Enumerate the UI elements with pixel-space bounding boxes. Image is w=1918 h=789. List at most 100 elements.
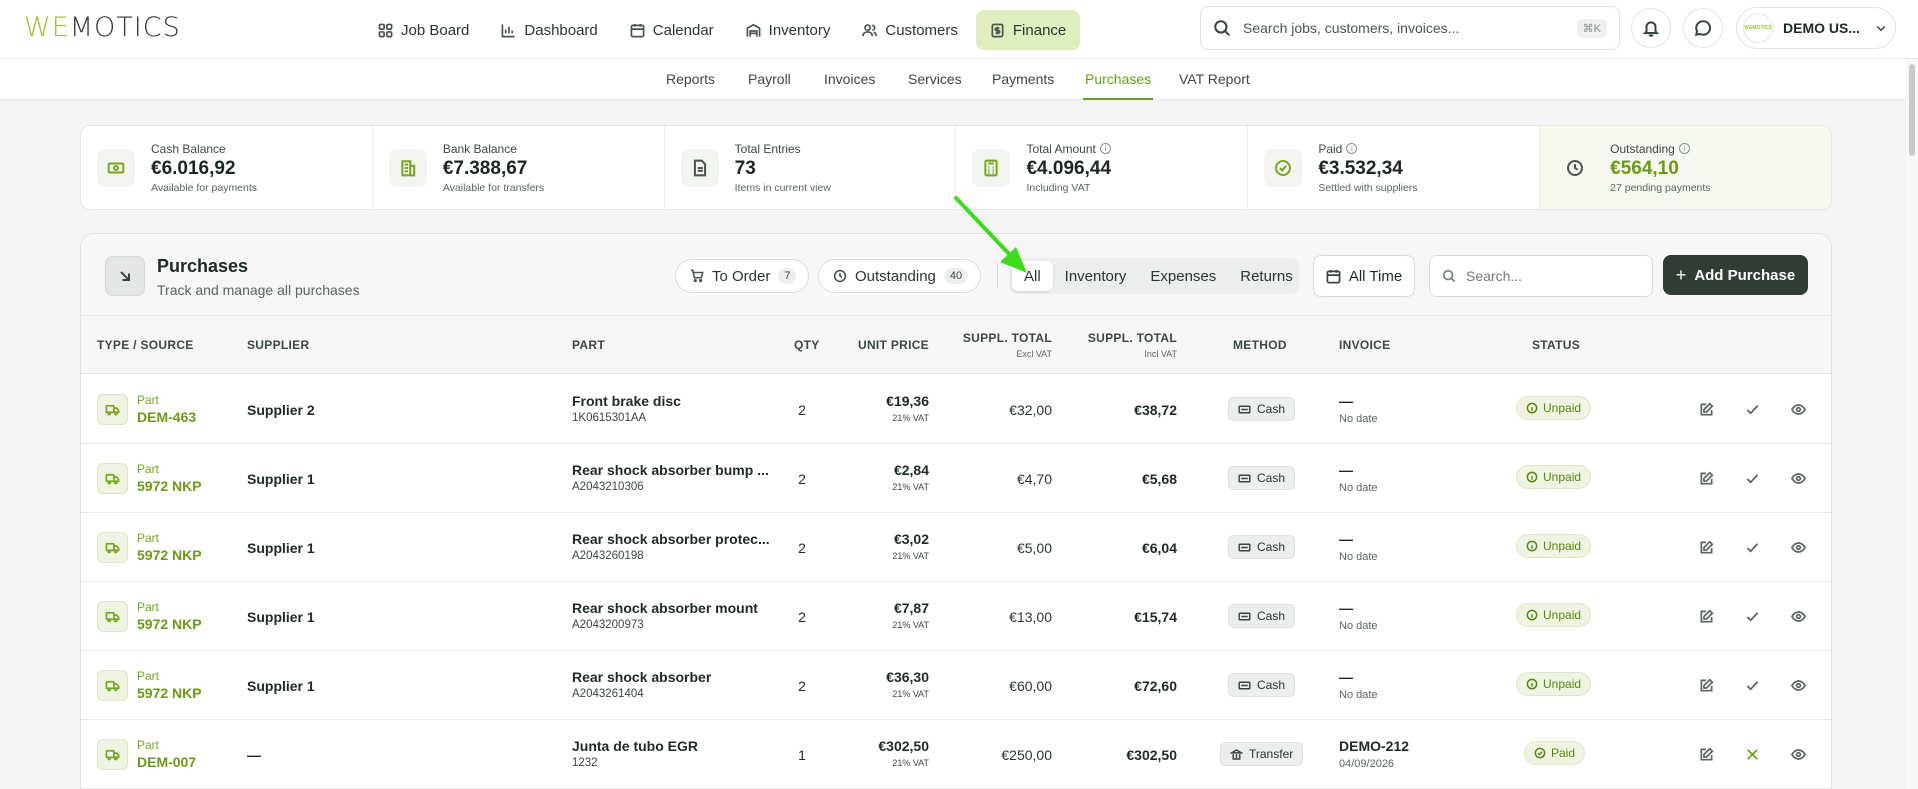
row-invoice-number: —: [1339, 669, 1353, 685]
row-total-excl-vat: €32,00: [1009, 402, 1052, 418]
nav-item-customers[interactable]: Customers: [848, 10, 972, 50]
brand-logo[interactable]: WEMOTICS: [24, 12, 181, 43]
alert-circle-icon: [1526, 402, 1538, 414]
mark-paid-button[interactable]: [1743, 469, 1761, 487]
segment-returns[interactable]: Returns: [1228, 261, 1305, 291]
view-button[interactable]: [1789, 400, 1807, 418]
edit-button[interactable]: [1697, 469, 1715, 487]
stat-value: €6.016,92: [151, 157, 236, 179]
arrow-down-right-icon: [105, 256, 145, 296]
nav-item-calendar[interactable]: Calendar: [616, 10, 728, 50]
column-header-status[interactable]: STATUS: [1532, 338, 1580, 352]
view-button[interactable]: [1789, 469, 1807, 487]
edit-button[interactable]: [1697, 676, 1715, 694]
nav-item-inventory[interactable]: Inventory: [732, 10, 845, 50]
row-method-badge: Transfer: [1220, 742, 1304, 766]
stat-value: €564,10: [1610, 157, 1679, 179]
mark-paid-button[interactable]: [1743, 538, 1761, 556]
alert-circle-icon: [1526, 678, 1538, 690]
edit-button[interactable]: [1697, 607, 1715, 625]
subnav-purchases[interactable]: Purchases: [1082, 71, 1154, 100]
column-header-invoice[interactable]: INVOICE: [1339, 338, 1390, 352]
segment-inventory[interactable]: Inventory: [1053, 261, 1139, 291]
table-row[interactable]: Part 5972 NKP Supplier 1 Rear shock absorbe…: [81, 513, 1831, 582]
global-search-input[interactable]: Search jobs, customers, invoices... ⌘K: [1200, 6, 1620, 50]
time-filter-button[interactable]: All Time: [1313, 255, 1415, 297]
edit-button[interactable]: [1697, 400, 1715, 418]
row-supplier: Supplier 1: [247, 471, 315, 487]
table-row[interactable]: Part 5972 NKP Supplier 1 Rear shock absorbe…: [81, 582, 1831, 651]
row-source-link[interactable]: DEM-463: [137, 409, 196, 425]
subnav-invoices[interactable]: Invoices: [824, 71, 875, 87]
add-purchase-button[interactable]: + Add Purchase: [1663, 255, 1808, 295]
row-qty: 2: [798, 678, 806, 694]
column-header-type[interactable]: TYPE / SOURCE: [97, 338, 194, 352]
row-status-badge: Unpaid: [1516, 672, 1592, 696]
column-header-suppl-total-excl[interactable]: SUPPL. TOTAL: [963, 331, 1052, 345]
user-menu[interactable]: WEMOTICS DEMO US...: [1736, 7, 1896, 49]
row-invoice-number[interactable]: DEMO-212: [1339, 738, 1409, 754]
column-header-part[interactable]: PART: [572, 338, 605, 352]
column-header-method[interactable]: METHOD: [1233, 338, 1287, 352]
clock-icon: [1556, 149, 1594, 187]
row-method-badge: Cash: [1228, 535, 1296, 559]
type-segmented-control: All Inventory Expenses Returns: [1009, 258, 1299, 294]
table-row[interactable]: Part DEM-007 — Junta de tubo EGR 1232 1 €302,5…: [81, 720, 1831, 789]
subnav-payroll[interactable]: Payroll: [748, 71, 791, 87]
row-total-excl-vat: €5,00: [1016, 540, 1052, 556]
subnav-services[interactable]: Services: [908, 71, 962, 87]
view-button[interactable]: [1789, 538, 1807, 556]
messages-button[interactable]: [1683, 8, 1723, 48]
check-icon: [1745, 471, 1760, 486]
eye-icon: [1790, 747, 1806, 762]
row-source-link[interactable]: 5972 NKP: [137, 478, 202, 494]
filter-chip-outstanding[interactable]: Outstanding 40: [818, 259, 982, 293]
row-total-excl-vat: €250,00: [1001, 747, 1052, 763]
mark-paid-button[interactable]: [1743, 676, 1761, 694]
table-row[interactable]: Part 5972 NKP Supplier 1 Rear shock absorbe…: [81, 651, 1831, 720]
alert-circle-icon: [1526, 540, 1538, 552]
edit-icon: [1699, 470, 1714, 486]
notifications-button[interactable]: [1631, 8, 1671, 48]
subnav-reports[interactable]: Reports: [666, 71, 715, 87]
view-button[interactable]: [1789, 607, 1807, 625]
row-unit-vat: 21% VAT: [892, 551, 929, 561]
nav-item-dashboard[interactable]: Dashboard: [487, 10, 611, 50]
mark-paid-button[interactable]: [1743, 400, 1761, 418]
row-source-link[interactable]: DEM-007: [137, 754, 196, 770]
nav-item-finance[interactable]: Finance: [975, 10, 1081, 50]
table-row[interactable]: Part 5972 NKP Supplier 1 Rear shock absorbe…: [81, 444, 1831, 513]
purchases-search-input[interactable]: [1466, 268, 1626, 284]
status-label: Unpaid: [1543, 539, 1582, 553]
view-button[interactable]: [1789, 676, 1807, 694]
page-scrollbar-thumb[interactable]: [1909, 64, 1915, 156]
column-header-unit-price[interactable]: UNIT PRICE: [858, 338, 929, 352]
info-icon[interactable]: i: [1099, 143, 1111, 154]
row-status-badge: Paid: [1524, 741, 1586, 765]
row-source-link[interactable]: 5972 NKP: [137, 685, 202, 701]
info-icon[interactable]: i: [1678, 143, 1690, 154]
subnav-vat-report[interactable]: VAT Report: [1179, 71, 1250, 87]
table-row[interactable]: Part DEM-463 Supplier 2 Front brake disc 1K0…: [81, 375, 1831, 444]
row-unit-vat: 21% VAT: [892, 482, 929, 492]
view-button[interactable]: [1789, 745, 1807, 763]
truck-icon: [97, 670, 128, 701]
column-header-qty[interactable]: QTY: [794, 338, 820, 352]
row-source-link[interactable]: 5972 NKP: [137, 547, 202, 563]
column-header-suppl-total-incl[interactable]: SUPPL. TOTAL: [1088, 331, 1177, 345]
row-part-name: Rear shock absorber mount: [572, 600, 758, 616]
segment-all[interactable]: All: [1012, 261, 1053, 291]
edit-button[interactable]: [1697, 538, 1715, 556]
subnav-payments[interactable]: Payments: [992, 71, 1054, 87]
mark-paid-button[interactable]: [1743, 607, 1761, 625]
page-scrollbar[interactable]: [1906, 59, 1918, 789]
segment-expenses[interactable]: Expenses: [1138, 261, 1228, 291]
bar-chart-icon: [501, 23, 515, 37]
mark-unpaid-button[interactable]: [1743, 745, 1761, 763]
row-source-link[interactable]: 5972 NKP: [137, 616, 202, 632]
nav-item-job-board[interactable]: Job Board: [364, 10, 483, 50]
column-header-supplier[interactable]: SUPPLIER: [247, 338, 309, 352]
filter-chip-to-order[interactable]: To Order 7: [675, 259, 810, 293]
edit-button[interactable]: [1697, 745, 1715, 763]
info-icon[interactable]: i: [1346, 143, 1358, 154]
